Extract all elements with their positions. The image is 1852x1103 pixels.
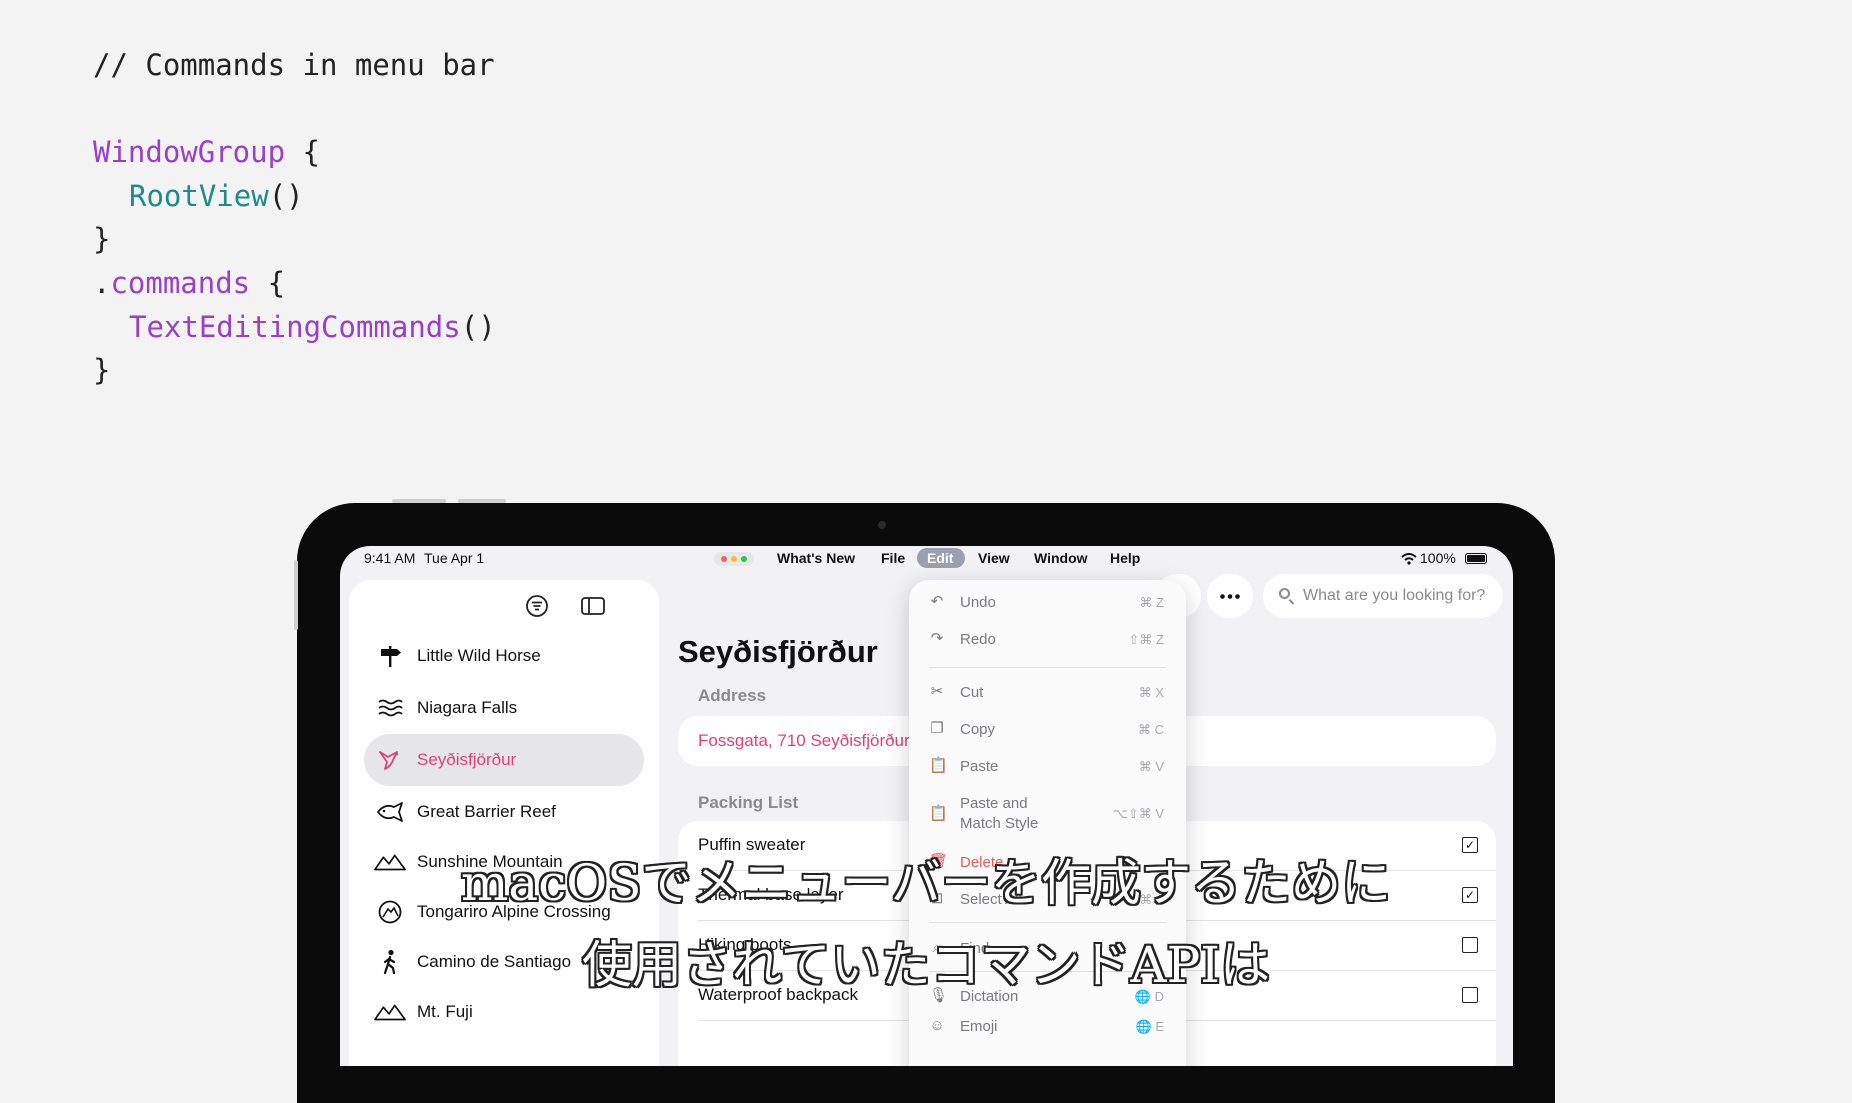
status-time: 9:41 AM <box>364 550 416 566</box>
menu-item-label: Copy <box>960 721 996 738</box>
battery-percent: 100% <box>1420 550 1456 566</box>
menu-item-copy[interactable]: ❐ Copy ⌘ C <box>909 715 1186 745</box>
menu-item-cut[interactable]: ✂ Cut ⌘ X <box>909 678 1186 708</box>
menu-whats-new[interactable]: What's New <box>777 550 855 566</box>
window-controls[interactable] <box>714 552 754 566</box>
packing-list-label: Packing List <box>698 793 799 812</box>
volume-button <box>392 499 446 503</box>
menu-item-label: Emoji <box>960 1018 998 1035</box>
code-parens: () <box>268 179 304 213</box>
close-dot-icon[interactable] <box>721 556 727 562</box>
code-windowgroup: WindowGroup <box>93 135 286 169</box>
redo-icon: ↷ <box>930 630 944 647</box>
sidebar-item-great-barrier-reef[interactable]: Great Barrier Reef <box>364 786 644 838</box>
code-rootview: RootView <box>129 179 269 213</box>
sidebar-item-little-wild-horse[interactable]: Little Wild Horse <box>364 630 644 682</box>
menu-item-paste-match-style[interactable]: 📋 Paste and Match Style ⌥⇧⌘ V <box>909 789 1186 839</box>
code-comment: // Commands in menu bar <box>93 48 495 82</box>
page-title: Seyðisfjörður <box>678 634 878 669</box>
code-dot: . <box>93 266 111 300</box>
shortcut-label: ⌘ Z <box>1139 595 1164 610</box>
code-open-brace: { <box>285 135 320 169</box>
wifi-icon <box>1401 553 1417 565</box>
menu-item-label: Paste <box>960 758 999 775</box>
front-camera <box>878 521 886 529</box>
code-commands: commands <box>110 266 251 300</box>
menu-help[interactable]: Help <box>1110 550 1140 566</box>
code-textediting: TextEditingCommands <box>129 310 461 344</box>
battery-icon <box>1465 553 1487 564</box>
undo-icon: ↶ <box>930 593 944 610</box>
menu-edit[interactable]: Edit <box>927 550 953 566</box>
menu-item-paste[interactable]: 📋 Paste ⌘ V <box>909 752 1186 782</box>
shortcut-label: 🌐 E <box>1135 1019 1164 1034</box>
code-close-brace-2: } <box>93 353 111 387</box>
code-open-brace-2: { <box>250 266 286 300</box>
menu-view[interactable]: View <box>978 550 1010 566</box>
clipboard-icon: 📋 <box>929 757 948 774</box>
scissors-icon: ✂ <box>930 683 944 700</box>
status-bar: 9:41 AM Tue Apr 1 What's New File Edit V… <box>340 546 1513 570</box>
minimize-dot-icon[interactable] <box>731 556 737 562</box>
sidebar-toggle-icon[interactable] <box>579 592 607 620</box>
search-icon <box>1279 588 1290 599</box>
sidebar-item-label: Little Wild Horse <box>417 646 541 665</box>
address-label: Address <box>698 686 767 705</box>
menu-window[interactable]: Window <box>1034 550 1088 566</box>
side-button <box>294 560 298 630</box>
search-field[interactable]: What are you looking for? <box>1263 574 1503 618</box>
signpost-icon <box>374 643 406 669</box>
fish-icon <box>374 799 406 825</box>
sidebar-item-label: Seyðisfjörður <box>417 750 517 769</box>
sidebar-item-label: Mt. Fuji <box>417 1002 473 1021</box>
more-button[interactable] <box>1207 574 1253 618</box>
mountain-icon <box>374 999 406 1025</box>
menu-item-label: Undo <box>960 594 996 611</box>
menu-item-label-2: Match Style <box>960 815 1039 832</box>
code-line-commands: .commands { <box>93 266 285 300</box>
shortcut-label: ⌥⇧⌘ V <box>1112 806 1164 821</box>
shortcut-label: ⌘ C <box>1138 722 1164 737</box>
copy-icon: ❐ <box>930 720 944 737</box>
volume-button-2 <box>458 499 506 503</box>
zoom-dot-icon[interactable] <box>741 556 747 562</box>
address-value: Fossgata, 710 Seyðisfjörður, <box>698 731 914 750</box>
menu-item-redo[interactable]: ↷ Redo ⇧⌘ Z <box>909 625 1186 655</box>
sidebar-item-label: Niagara Falls <box>417 698 518 717</box>
code-line-windowgroup: WindowGroup { <box>93 135 320 169</box>
subtitle-line-1: macOSでメニューバーを作成するために <box>461 854 1391 912</box>
filter-icon[interactable] <box>523 592 551 620</box>
emoji-icon: ☺ <box>929 1017 945 1034</box>
code-parens-2: () <box>460 310 496 344</box>
shortcut-label: ⌘ X <box>1138 685 1164 700</box>
code-line-textediting: TextEditingCommands() <box>129 310 496 344</box>
menu-item-undo[interactable]: ↶ Undo ⌘ Z <box>909 588 1186 618</box>
shortcut-label: ⇧⌘ Z <box>1128 632 1164 647</box>
menu-item-label: Paste and <box>960 795 1028 812</box>
menu-item-label: Redo <box>960 631 996 648</box>
ellipsis-icon <box>1220 594 1240 599</box>
sidebar-item-seydisfjordur[interactable]: Seyðisfjörður <box>364 734 644 786</box>
bird-icon <box>374 747 406 773</box>
menu-item-emoji[interactable]: ☺ Emoji 🌐 E <box>909 1012 1186 1042</box>
shortcut-label: ⌘ V <box>1138 759 1164 774</box>
code-line-rootview: RootView() <box>129 179 304 213</box>
menu-item-label: Cut <box>960 684 984 701</box>
subtitle-line-2: 使用されていたコマンドAPIは <box>581 936 1270 994</box>
water-waves-icon <box>374 695 406 721</box>
sidebar-item-niagara-falls[interactable]: Niagara Falls <box>364 682 644 734</box>
menu-divider <box>929 667 1166 668</box>
clipboard-icon: 📋 <box>929 805 948 822</box>
sidebar-item-label: Great Barrier Reef <box>417 802 556 821</box>
menu-divider <box>929 922 1166 923</box>
menu-file[interactable]: File <box>881 550 905 566</box>
status-date: Tue Apr 1 <box>424 550 485 566</box>
code-close-brace: } <box>93 222 111 256</box>
search-placeholder: What are you looking for? <box>1303 587 1486 604</box>
